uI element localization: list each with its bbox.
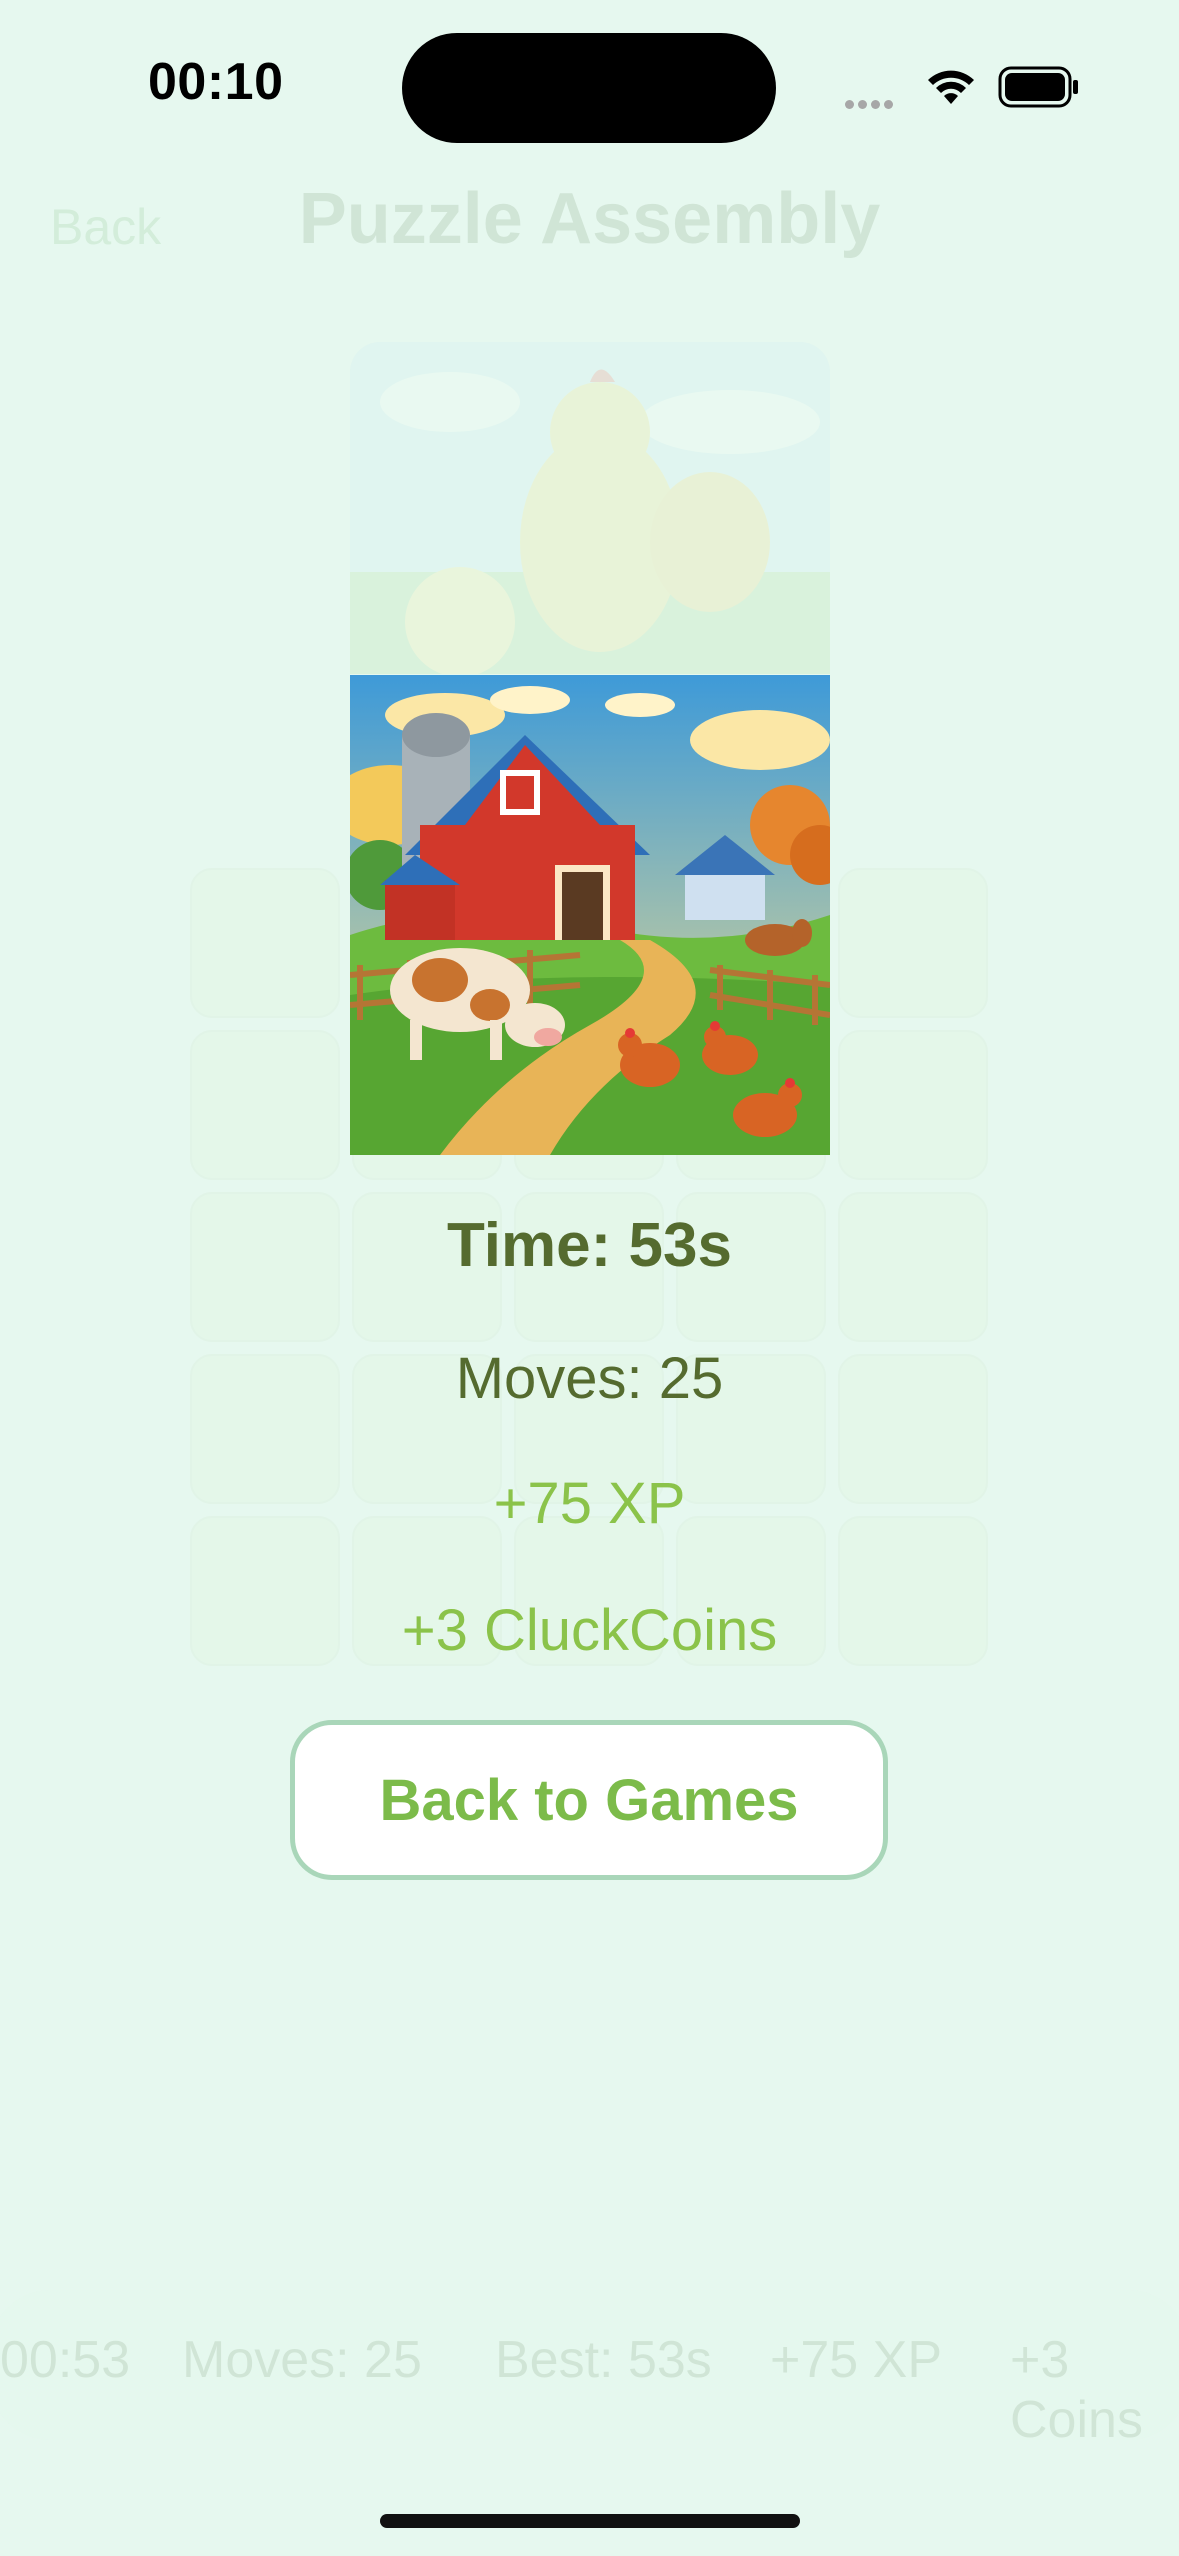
move-count: Moves: 25 <box>455 1346 724 1411</box>
back-to-games-button[interactable]: Back to Games <box>290 1720 888 1880</box>
status-time: 00:10 <box>148 53 284 111</box>
bottom-coins: +3 Coins <box>1010 2331 1143 2449</box>
puzzle-reference-image <box>350 342 830 674</box>
bottom-moves: Moves: 25 <box>182 2331 422 2389</box>
bottom-best: Best: 53s <box>495 2331 712 2389</box>
completion-time: Time: 53s <box>447 1211 732 1280</box>
xp-reward: +75 XP <box>493 1471 686 1536</box>
completed-puzzle-image <box>350 675 830 1155</box>
signal-dots-icon <box>845 96 907 109</box>
battery-icon <box>998 66 1078 108</box>
dynamic-island <box>402 33 776 143</box>
bottom-xp: +75 XP <box>770 2331 943 2389</box>
wifi-icon <box>928 70 974 104</box>
bottom-timer: 00:53 <box>0 2331 131 2389</box>
coins-reward: +3 CluckCoins <box>401 1598 778 1663</box>
page-title: Puzzle Assembly <box>298 179 881 259</box>
home-indicator[interactable] <box>380 2514 800 2528</box>
